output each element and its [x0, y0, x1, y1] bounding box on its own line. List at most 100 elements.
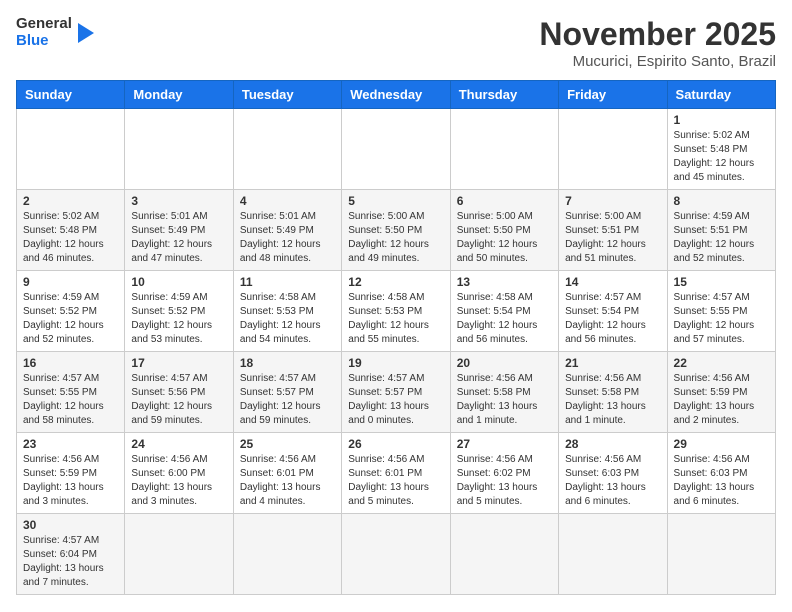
title-area: November 2025 Mucurici, Espirito Santo, … [539, 16, 776, 70]
day-info: Sunrise: 5:02 AM Sunset: 5:48 PM Dayligh… [23, 210, 118, 266]
day-info: Sunrise: 5:00 AM Sunset: 5:50 PM Dayligh… [348, 210, 443, 266]
logo: General Blue [16, 16, 96, 49]
table-row: 7 Sunrise: 5:00 AM Sunset: 5:51 PM Daylig… [559, 190, 667, 271]
day-info: Sunrise: 5:00 AM Sunset: 5:51 PM Dayligh… [565, 210, 660, 266]
day-number: 15 [674, 275, 769, 289]
table-row: 3 Sunrise: 5:01 AM Sunset: 5:49 PM Daylig… [125, 190, 233, 271]
day-number: 20 [457, 356, 552, 370]
day-number: 24 [131, 437, 226, 451]
table-row: 29 Sunrise: 4:56 AM Sunset: 6:03 PM Dayli… [667, 433, 775, 514]
day-number: 19 [348, 356, 443, 370]
day-number: 14 [565, 275, 660, 289]
day-info: Sunrise: 5:00 AM Sunset: 5:50 PM Dayligh… [457, 210, 552, 266]
day-number: 27 [457, 437, 552, 451]
table-row [667, 514, 775, 595]
day-number: 22 [674, 356, 769, 370]
col-friday: Friday [559, 81, 667, 109]
table-row [342, 109, 450, 190]
table-row: 28Sunrise: 4:56 AM Sunset: 6:03 PM Dayli… [559, 433, 667, 514]
col-sunday: Sunday [17, 81, 125, 109]
day-number: 5 [348, 194, 443, 208]
table-row: 2Sunrise: 5:02 AM Sunset: 5:48 PM Daylig… [17, 190, 125, 271]
day-number: 13 [457, 275, 552, 289]
table-row: 13Sunrise: 4:58 AM Sunset: 5:54 PM Dayli… [450, 271, 558, 352]
day-number: 18 [240, 356, 335, 370]
day-info: Sunrise: 4:58 AM Sunset: 5:53 PM Dayligh… [240, 291, 335, 347]
page-header: General Blue November 2025 Mucurici, Esp… [16, 16, 776, 70]
calendar-title: November 2025 [539, 16, 776, 53]
table-row: 8 Sunrise: 4:59 AM Sunset: 5:51 PM Daylig… [667, 190, 775, 271]
day-info: Sunrise: 4:59 AM Sunset: 5:52 PM Dayligh… [131, 291, 226, 347]
table-row: 27Sunrise: 4:56 AM Sunset: 6:02 PM Dayli… [450, 433, 558, 514]
day-info: Sunrise: 4:57 AM Sunset: 5:54 PM Dayligh… [565, 291, 660, 347]
table-row: 15 Sunrise: 4:57 AM Sunset: 5:55 PM Dayli… [667, 271, 775, 352]
table-row: 21Sunrise: 4:56 AM Sunset: 5:58 PM Dayli… [559, 352, 667, 433]
day-info: Sunrise: 5:01 AM Sunset: 5:49 PM Dayligh… [131, 210, 226, 266]
logo-container: General Blue [16, 16, 96, 49]
day-info: Sunrise: 4:56 AM Sunset: 6:03 PM Dayligh… [674, 453, 769, 509]
table-row: 25Sunrise: 4:56 AM Sunset: 6:01 PM Dayli… [233, 433, 341, 514]
calendar-week-row: 30Sunrise: 4:57 AM Sunset: 6:04 PM Dayli… [17, 514, 776, 595]
calendar-header-row: Sunday Monday Tuesday Wednesday Thursday… [17, 81, 776, 109]
table-row: 10 Sunrise: 4:59 AM Sunset: 5:52 PM Dayli… [125, 271, 233, 352]
day-number: 23 [23, 437, 118, 451]
table-row: 19 Sunrise: 4:57 AM Sunset: 5:57 PM Dayli… [342, 352, 450, 433]
day-number: 29 [674, 437, 769, 451]
day-number: 10 [131, 275, 226, 289]
day-number: 8 [674, 194, 769, 208]
day-number: 7 [565, 194, 660, 208]
day-number: 3 [131, 194, 226, 208]
day-info: Sunrise: 4:57 AM Sunset: 5:55 PM Dayligh… [674, 291, 769, 347]
calendar-week-row: 1 Sunrise: 5:02 AM Sunset: 5:48 PM Daylig… [17, 109, 776, 190]
table-row [17, 109, 125, 190]
table-row: 18 Sunrise: 4:57 AM Sunset: 5:57 PM Dayli… [233, 352, 341, 433]
table-row: 5 Sunrise: 5:00 AM Sunset: 5:50 PM Daylig… [342, 190, 450, 271]
day-number: 11 [240, 275, 335, 289]
day-number: 4 [240, 194, 335, 208]
table-row [559, 109, 667, 190]
table-row: 11 Sunrise: 4:58 AM Sunset: 5:53 PM Dayli… [233, 271, 341, 352]
table-row: 20Sunrise: 4:56 AM Sunset: 5:58 PM Dayli… [450, 352, 558, 433]
col-saturday: Saturday [667, 81, 775, 109]
logo-general: General [16, 16, 72, 33]
table-row: 26 Sunrise: 4:56 AM Sunset: 6:01 PM Dayli… [342, 433, 450, 514]
day-info: Sunrise: 4:56 AM Sunset: 5:59 PM Dayligh… [674, 372, 769, 428]
table-row: 12Sunrise: 4:58 AM Sunset: 5:53 PM Dayli… [342, 271, 450, 352]
day-info: Sunrise: 4:57 AM Sunset: 5:57 PM Dayligh… [240, 372, 335, 428]
day-info: Sunrise: 4:56 AM Sunset: 6:01 PM Dayligh… [348, 453, 443, 509]
day-number: 9 [23, 275, 118, 289]
day-info: Sunrise: 4:56 AM Sunset: 5:58 PM Dayligh… [565, 372, 660, 428]
table-row [559, 514, 667, 595]
day-info: Sunrise: 4:56 AM Sunset: 6:01 PM Dayligh… [240, 453, 335, 509]
col-wednesday: Wednesday [342, 81, 450, 109]
table-row: 30Sunrise: 4:57 AM Sunset: 6:04 PM Dayli… [17, 514, 125, 595]
day-info: Sunrise: 4:59 AM Sunset: 5:52 PM Dayligh… [23, 291, 118, 347]
table-row [125, 109, 233, 190]
logo-text-block: General Blue [16, 16, 72, 49]
table-row [342, 514, 450, 595]
table-row: 1 Sunrise: 5:02 AM Sunset: 5:48 PM Daylig… [667, 109, 775, 190]
table-row [450, 514, 558, 595]
calendar-week-row: 9 Sunrise: 4:59 AM Sunset: 5:52 PM Daylig… [17, 271, 776, 352]
day-number: 26 [348, 437, 443, 451]
table-row: 6Sunrise: 5:00 AM Sunset: 5:50 PM Daylig… [450, 190, 558, 271]
day-number: 16 [23, 356, 118, 370]
logo-triangle-icon [74, 19, 96, 47]
day-info: Sunrise: 4:56 AM Sunset: 5:59 PM Dayligh… [23, 453, 118, 509]
day-info: Sunrise: 4:56 AM Sunset: 6:00 PM Dayligh… [131, 453, 226, 509]
day-number: 1 [674, 113, 769, 127]
day-info: Sunrise: 5:02 AM Sunset: 5:48 PM Dayligh… [674, 129, 769, 185]
day-info: Sunrise: 4:57 AM Sunset: 5:55 PM Dayligh… [23, 372, 118, 428]
table-row [233, 109, 341, 190]
day-info: Sunrise: 4:59 AM Sunset: 5:51 PM Dayligh… [674, 210, 769, 266]
table-row: 4Sunrise: 5:01 AM Sunset: 5:49 PM Daylig… [233, 190, 341, 271]
table-row: 24 Sunrise: 4:56 AM Sunset: 6:00 PM Dayli… [125, 433, 233, 514]
table-row: 9 Sunrise: 4:59 AM Sunset: 5:52 PM Daylig… [17, 271, 125, 352]
day-info: Sunrise: 4:57 AM Sunset: 5:57 PM Dayligh… [348, 372, 443, 428]
day-number: 30 [23, 518, 118, 532]
day-info: Sunrise: 4:57 AM Sunset: 5:56 PM Dayligh… [131, 372, 226, 428]
col-thursday: Thursday [450, 81, 558, 109]
table-row [125, 514, 233, 595]
calendar-table: Sunday Monday Tuesday Wednesday Thursday… [16, 80, 776, 595]
table-row: 17Sunrise: 4:57 AM Sunset: 5:56 PM Dayli… [125, 352, 233, 433]
